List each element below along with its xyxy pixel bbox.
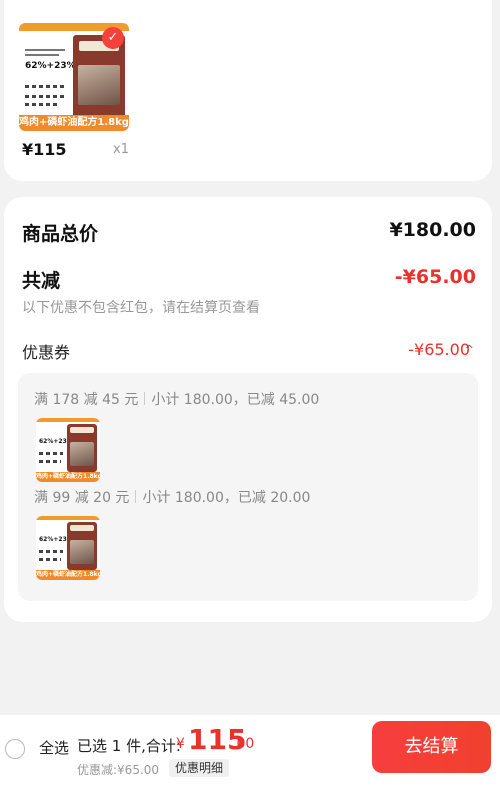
total-currency: ¥ (176, 736, 185, 752)
product-name-strip: 鸡肉+磷虾油配方1.8kg (36, 472, 100, 482)
item-quantity: x1 (113, 142, 129, 157)
product-name-strip: 鸡肉+磷虾油配方1.8kg (19, 115, 129, 131)
coupon-rule-1: 满 178 减 45 元小计 180.00，已减 45.00 (34, 389, 319, 409)
coupon-detail-box: 满 178 减 45 元小计 180.00，已减 45.00 62%+23% 鸡… (18, 373, 478, 601)
select-all-label[interactable]: 全选 (39, 737, 69, 758)
checkout-bar: 全选 已选 1 件,合计: ¥ 115 .00 优惠减:¥65.00 优惠明细 … (0, 715, 500, 795)
discount-value: -¥65.00 (394, 266, 476, 288)
check-icon[interactable]: ✓ (102, 27, 124, 49)
discount-label: 共减 (22, 270, 61, 292)
coupon-product-image[interactable]: 62%+23% 鸡肉+磷虾油配方1.8kg (36, 516, 100, 580)
radio-unchecked-icon[interactable] (5, 739, 25, 759)
product-headline: 62%+23% (25, 61, 76, 71)
coupon-value[interactable]: -¥65.00 (408, 340, 470, 359)
coupon-rule-2: 满 99 减 20 元小计 180.00，已减 20.00 (34, 487, 310, 507)
selected-count-label: 已选 1 件,合计: (77, 737, 181, 755)
product-name-strip: 鸡肉+磷虾油配方1.8kg (36, 570, 100, 580)
price-summary-card: 商品总价 ¥180.00 共减 -¥65.00 以下优惠不包含红包，请在结算页查… (4, 197, 492, 622)
coupon-label[interactable]: 优惠券 (22, 339, 70, 363)
coupon-product-image[interactable]: 62%+23% 鸡肉+磷虾油配方1.8kg (36, 418, 100, 482)
item-price: ¥115 (22, 140, 67, 159)
rule-condition: 满 178 减 45 元 (34, 392, 139, 408)
rule-condition: 满 99 减 20 元 (34, 490, 130, 506)
goods-total-value: ¥180.00 (389, 219, 476, 241)
rule-detail: 小计 180.00，已减 20.00 (142, 490, 311, 506)
checkout-button[interactable]: 去结算 (372, 721, 491, 773)
saved-amount: 优惠减:¥65.00 (77, 763, 160, 777)
cart-item-card: 62%+23% 鸡肉+磷虾油配方1.8kg ✓ ¥115 x1 (4, 0, 492, 181)
goods-total-label: 商品总价 (22, 223, 99, 245)
rule-detail: 小计 180.00，已减 45.00 (151, 392, 320, 408)
total-decimals: .00 (232, 736, 255, 752)
discount-detail-button[interactable]: 优惠明细 (169, 759, 230, 777)
chevron-up-icon[interactable]: ^ (465, 343, 474, 356)
discount-note: 以下优惠不包含红包，请在结算页查看 (22, 300, 260, 316)
